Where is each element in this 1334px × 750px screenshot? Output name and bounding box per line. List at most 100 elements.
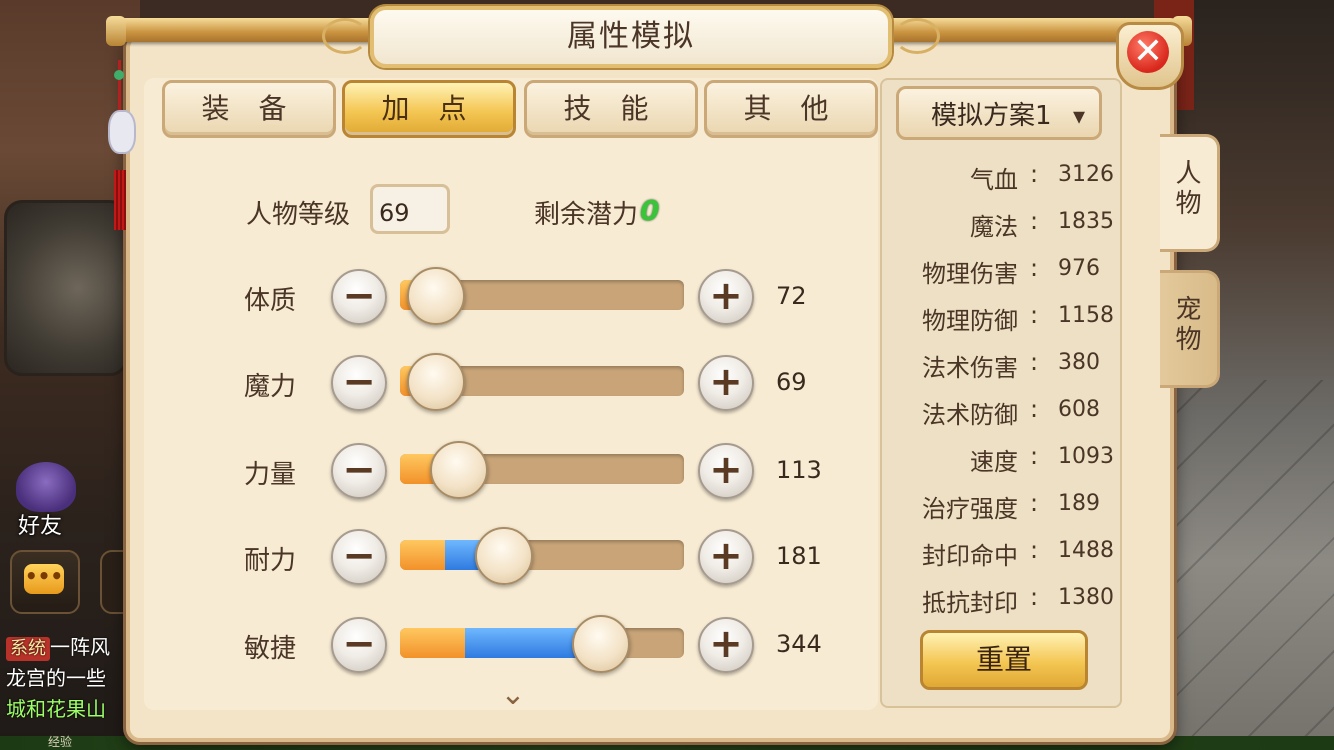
decrease-button[interactable]: −: [331, 355, 387, 411]
attribute-value: 1380: [1058, 585, 1114, 610]
increase-button[interactable]: +: [698, 355, 754, 411]
scheme-dropdown[interactable]: 模拟方案1 ▾: [896, 86, 1102, 140]
stat-value: 344: [776, 630, 822, 658]
attribute-name: 物理防御: [922, 307, 1018, 335]
attribute-value: 608: [1058, 397, 1100, 422]
attribute-colon: :: [1030, 207, 1039, 235]
slider-handle[interactable]: [407, 353, 466, 411]
attribute-row: 物理伤害:976: [880, 248, 1118, 288]
minus-icon: −: [342, 621, 376, 667]
attribute-name: 抵抗封印: [922, 589, 1018, 617]
attribute-value: 3126: [1058, 162, 1114, 187]
attribute-name: 法术伤害: [922, 354, 1018, 382]
increase-button[interactable]: +: [698, 269, 754, 325]
attribute-row: 气血:3126: [880, 154, 1118, 194]
chevron-down-icon: ▾: [1072, 102, 1085, 130]
attribute-name: 治疗强度: [922, 495, 1018, 523]
attribute-name: 封印命中: [922, 542, 1018, 570]
reset-button[interactable]: 重置: [920, 630, 1088, 690]
panel-title-text: 属性模拟: [567, 19, 695, 54]
attribute-row: 治疗强度:189: [880, 483, 1118, 523]
attribute-colon: :: [1030, 583, 1039, 611]
attribute-name: 物理伤害: [922, 260, 1018, 288]
scene-floor-tiles: [1154, 380, 1334, 750]
tab-skills[interactable]: 技 能: [524, 80, 698, 138]
decrease-button[interactable]: −: [331, 443, 387, 499]
stat-name: 敏捷: [244, 634, 297, 664]
level-label: 人物等级: [246, 200, 351, 230]
close-icon: ✕: [1127, 31, 1169, 73]
scheme-label: 模拟方案1: [931, 101, 1052, 131]
minus-icon: −: [342, 273, 376, 319]
attribute-name: 法术防御: [922, 401, 1018, 429]
attribute-colon: :: [1030, 348, 1039, 376]
attribute-colon: :: [1030, 489, 1039, 517]
attribute-colon: :: [1030, 301, 1039, 329]
attribute-value: 976: [1058, 256, 1100, 281]
stat-name: 力量: [244, 460, 297, 490]
close-button[interactable]: ✕: [1116, 22, 1184, 90]
attribute-value: 1835: [1058, 209, 1114, 234]
attribute-name: 速度: [970, 448, 1018, 476]
slider-handle[interactable]: [475, 527, 534, 585]
minus-icon: −: [342, 447, 376, 493]
minus-icon: −: [342, 533, 376, 579]
slider-handle[interactable]: [429, 441, 488, 499]
potential-value: 0: [640, 194, 660, 227]
attribute-value: 1093: [1058, 444, 1114, 469]
level-input[interactable]: 69: [370, 184, 450, 234]
slider-handle[interactable]: [571, 615, 630, 673]
stat-value: 72: [776, 282, 807, 310]
increase-button[interactable]: +: [698, 443, 754, 499]
tassel-bead: [114, 70, 124, 80]
increase-button[interactable]: +: [698, 617, 754, 673]
scroll-rod-cap-left: [106, 16, 126, 46]
stat-slider[interactable]: [400, 540, 684, 570]
plus-icon: +: [709, 533, 743, 579]
attribute-row: 魔法:1835: [880, 201, 1118, 241]
stat-row-constitution: 体质 − + 72: [0, 266, 900, 326]
increase-button[interactable]: +: [698, 529, 754, 585]
attribute-row: 物理防御:1158: [880, 295, 1118, 335]
side-tab-pet[interactable]: 宠 物: [1160, 270, 1220, 388]
tab-other[interactable]: 其 他: [704, 80, 878, 138]
stat-slider[interactable]: [400, 628, 684, 658]
plus-icon: +: [709, 273, 743, 319]
attribute-colon: :: [1030, 254, 1039, 282]
slider-base-fill: [400, 628, 466, 658]
attribute-value: 1158: [1058, 303, 1114, 328]
potential-label: 剩余潜力: [534, 200, 639, 230]
stat-name: 体质: [244, 286, 297, 316]
attribute-value: 380: [1058, 350, 1100, 375]
decrease-button[interactable]: −: [331, 269, 387, 325]
stat-row-strength: 力量 − + 113: [0, 440, 900, 500]
cloud-ornament-icon: [322, 18, 368, 54]
plus-icon: +: [709, 359, 743, 405]
plus-icon: +: [709, 447, 743, 493]
attribute-colon: :: [1030, 536, 1039, 564]
stat-row-magic: 魔力 − + 69: [0, 352, 900, 412]
stat-name: 耐力: [244, 546, 297, 576]
attribute-colon: :: [1030, 160, 1039, 188]
side-tab-character[interactable]: 人 物: [1160, 134, 1220, 252]
slider-base-fill: [400, 540, 446, 570]
attribute-value: 1488: [1058, 538, 1114, 563]
attribute-row: 法术伤害:380: [880, 342, 1118, 382]
minus-icon: −: [342, 359, 376, 405]
attribute-row: 速度:1093: [880, 436, 1118, 476]
stat-value: 69: [776, 368, 807, 396]
tab-add-points[interactable]: 加 点: [342, 80, 516, 138]
decrease-button[interactable]: −: [331, 617, 387, 673]
chevron-down-icon[interactable]: ⌄: [496, 680, 530, 710]
cloud-ornament-icon: [894, 18, 940, 54]
stat-value: 181: [776, 542, 822, 570]
attribute-name: 气血: [970, 166, 1018, 194]
chat-line: 城和花果山: [6, 697, 106, 721]
attribute-row: 抵抗封印:1380: [880, 577, 1118, 617]
tab-equipment[interactable]: 装 备: [162, 80, 336, 138]
decrease-button[interactable]: −: [331, 529, 387, 585]
tassel-knot: [108, 110, 136, 154]
plus-icon: +: [709, 621, 743, 667]
slider-handle[interactable]: [407, 267, 466, 325]
attribute-colon: :: [1030, 442, 1039, 470]
